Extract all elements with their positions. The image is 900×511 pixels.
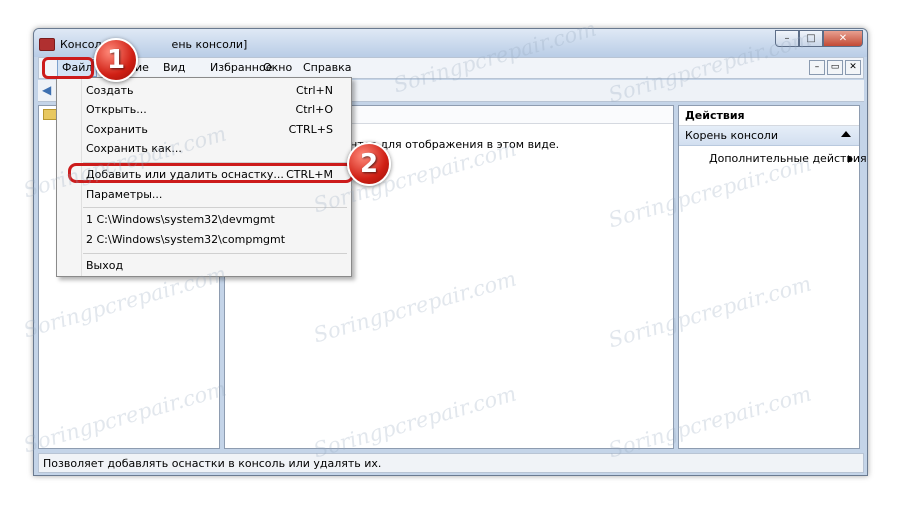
menu-help[interactable]: Справка xyxy=(303,61,351,74)
step-badge-1: 1 xyxy=(94,38,138,82)
menu-view[interactable]: Вид xyxy=(163,61,185,74)
shortcut-save: CTRL+S xyxy=(288,123,333,136)
title-bar[interactable]: Консол ень консоли] – □ ✕ xyxy=(34,29,867,57)
collapse-arrow-icon[interactable] xyxy=(841,131,851,137)
menu-item-recent-2[interactable]: 2 C:\Windows\system32\compmgmt xyxy=(86,233,285,246)
menu-separator xyxy=(83,253,347,254)
menu-bar: Файл ие Вид Избранное Окно Справка – ▭ ✕ xyxy=(38,57,864,79)
child-minimize-button[interactable]: – xyxy=(809,60,825,75)
menu-item-open[interactable]: Открыть... xyxy=(86,103,147,116)
maximize-button[interactable]: □ xyxy=(799,30,823,47)
window-title: Консол ень консоли] xyxy=(60,38,248,51)
menu-item-save[interactable]: Сохранить xyxy=(86,123,148,136)
folder-icon xyxy=(43,109,57,120)
child-restore-button[interactable]: ▭ xyxy=(827,60,843,75)
child-window-controls: – ▭ ✕ xyxy=(809,60,861,75)
step-badge-2: 2 xyxy=(347,142,391,186)
mmc-app-icon xyxy=(39,38,55,51)
menu-window[interactable]: Окно xyxy=(263,61,292,74)
submenu-arrow-icon xyxy=(848,155,853,163)
status-bar: Позволяет добавлять оснастки в консоль и… xyxy=(38,453,864,473)
actions-title: Действия xyxy=(679,106,859,126)
window-controls: – □ ✕ xyxy=(775,30,863,47)
child-close-button[interactable]: ✕ xyxy=(845,60,861,75)
menu-item-recent-1[interactable]: 1 C:\Windows\system32\devmgmt xyxy=(86,213,275,226)
menu-item-save-as[interactable]: Сохранить как... xyxy=(86,142,182,155)
minimize-button[interactable]: – xyxy=(775,30,799,47)
more-actions-link[interactable]: Дополнительные действия xyxy=(709,152,867,165)
file-menu-highlight-box xyxy=(42,57,94,79)
actions-pane: Действия Корень консоли Дополнительные д… xyxy=(678,105,867,449)
shortcut-create: Ctrl+N xyxy=(295,84,333,97)
snapin-highlight-box xyxy=(68,163,354,183)
menu-item-exit[interactable]: Выход xyxy=(86,259,123,272)
menu-item-options[interactable]: Параметры... xyxy=(86,188,162,201)
actions-section-label: Корень консоли xyxy=(685,129,778,142)
menu-item-create[interactable]: Создать xyxy=(86,84,134,97)
actions-section-console-root[interactable]: Корень консоли xyxy=(679,126,859,146)
close-button[interactable]: ✕ xyxy=(823,30,863,47)
menu-separator xyxy=(83,207,347,208)
shortcut-open: Ctrl+O xyxy=(295,103,333,116)
